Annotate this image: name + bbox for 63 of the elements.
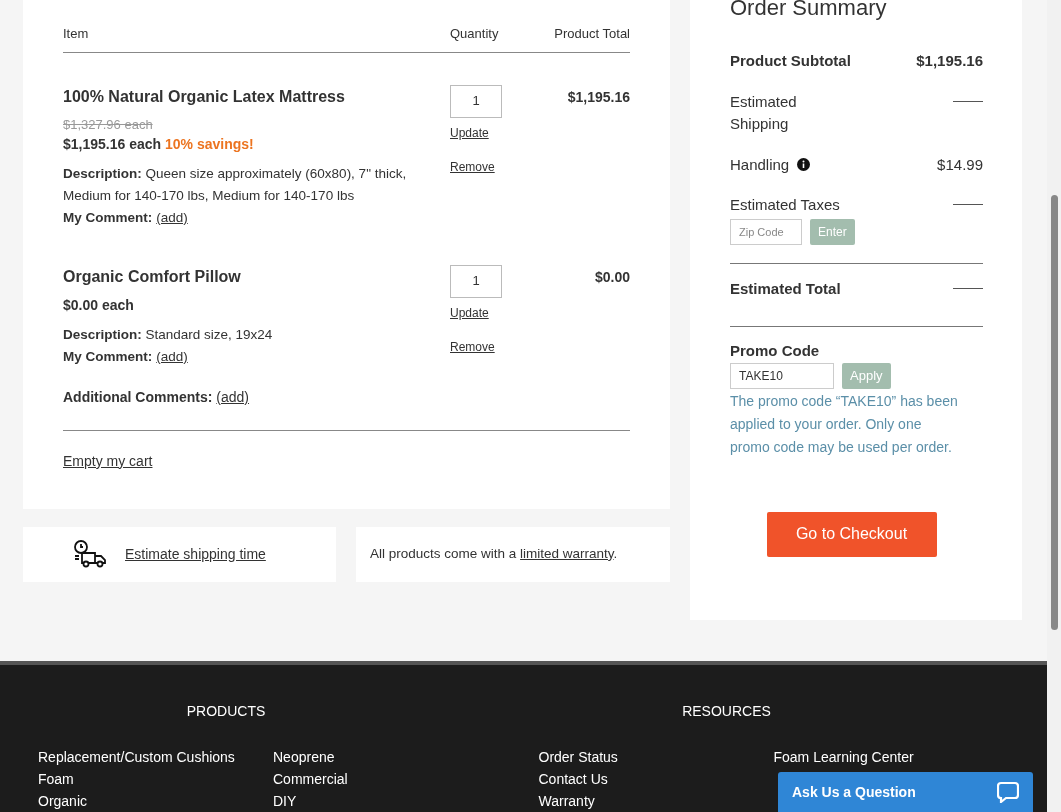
footer-heading: RESOURCES bbox=[681, 702, 772, 721]
product-name: 100% Natural Organic Latex Mattress bbox=[63, 86, 346, 107]
footer-link[interactable]: Foam bbox=[38, 768, 273, 790]
summary-label: Estimated Shipping bbox=[730, 91, 798, 134]
footer-link[interactable]: Foam Learning Center bbox=[773, 746, 1009, 768]
remove-link[interactable]: Remove bbox=[450, 337, 495, 356]
warranty-link[interactable]: limited warranty bbox=[520, 545, 614, 561]
promo-label: Promo Code bbox=[730, 341, 821, 361]
column-header: Product Total bbox=[553, 25, 630, 43]
footer-link[interactable]: Neoprene bbox=[273, 746, 508, 768]
footer-link[interactable]: Order Status bbox=[538, 746, 774, 768]
empty-cart-link[interactable]: Empty my cart bbox=[63, 450, 153, 472]
update-link[interactable]: Update bbox=[450, 303, 489, 322]
quantity-field[interactable]: 1 bbox=[450, 84, 502, 118]
summary-label: Estimated Taxes bbox=[730, 195, 840, 215]
product-description: Description: Queen size approximately (60x80), 7" thick, Medium for 140-170 lbs, Medium for 140-170 lbs bbox=[63, 165, 408, 205]
update-link[interactable]: Update bbox=[450, 123, 489, 142]
summary-label: Handling bbox=[730, 154, 790, 175]
promo-message: The promo code “TAKE10” has been applied to your order. Only one promo code may be used per order. bbox=[730, 391, 959, 457]
chat-widget[interactable]: Ask Us a Question bbox=[778, 772, 1033, 812]
promo-code-field[interactable]: TAKE10 bbox=[730, 362, 834, 389]
product-description: Description: Standard size, 19x24 bbox=[63, 325, 274, 344]
savings-text: 10% savings! bbox=[165, 136, 254, 152]
chat-label: Ask Us a Question bbox=[792, 782, 916, 802]
dash-line bbox=[953, 100, 983, 102]
summary-label: Estimated Total bbox=[730, 278, 841, 299]
comment-label: My Comment: bbox=[63, 347, 153, 366]
warranty-text: All products come with a limited warranty. bbox=[370, 544, 618, 563]
summary-value: $14.99 bbox=[937, 154, 983, 175]
estimate-shipping-link[interactable]: Estimate shipping time bbox=[125, 543, 266, 565]
dash-line bbox=[953, 204, 983, 205]
remove-link[interactable]: Remove bbox=[450, 157, 495, 176]
footer-link[interactable]: Replacement/Custom Cushions bbox=[38, 746, 273, 768]
footer-link[interactable]: Organic bbox=[38, 790, 273, 812]
scrollbar[interactable] bbox=[1047, 0, 1061, 812]
comment-label: My Comment: bbox=[63, 209, 153, 227]
unit-price: $1,195.16 each bbox=[63, 136, 162, 152]
add-comment-link[interactable]: (add) bbox=[216, 386, 250, 408]
product-total: $0.00 bbox=[593, 267, 630, 287]
checkout-button[interactable]: Go to Checkout bbox=[766, 511, 937, 557]
zip-code-field[interactable]: Zip Code bbox=[730, 218, 802, 245]
chat-bubble-icon[interactable] bbox=[997, 781, 1019, 803]
column-header: Quantity bbox=[450, 25, 500, 43]
info-icon[interactable] bbox=[797, 158, 811, 172]
summary-value: $1,195.16 bbox=[916, 51, 983, 71]
footer-link[interactable]: Warranty bbox=[538, 790, 774, 812]
column-header: Item bbox=[63, 25, 90, 43]
scrollbar-thumb[interactable] bbox=[1051, 195, 1058, 630]
quantity-field[interactable]: 1 bbox=[450, 264, 502, 298]
footer-link[interactable]: Contact Us bbox=[538, 768, 774, 790]
footer-link[interactable]: DIY bbox=[273, 790, 508, 812]
comment-label: Additional Comments: bbox=[63, 387, 213, 407]
product-total: $1,195.16 bbox=[566, 87, 630, 107]
dash-line bbox=[953, 287, 983, 289]
footer-heading: PRODUCTS bbox=[185, 702, 267, 721]
original-price: $1,327.96 each bbox=[63, 115, 154, 134]
unit-price: $0.00 each bbox=[63, 296, 134, 313]
delivery-truck-icon bbox=[73, 540, 107, 568]
add-comment-link[interactable]: (add) bbox=[156, 207, 188, 229]
summary-label: Product Subtotal bbox=[730, 51, 851, 71]
product-name: Organic Comfort Pillow bbox=[63, 266, 242, 287]
add-comment-link[interactable]: (add) bbox=[156, 345, 188, 368]
footer-link[interactable]: Commercial bbox=[273, 768, 508, 790]
